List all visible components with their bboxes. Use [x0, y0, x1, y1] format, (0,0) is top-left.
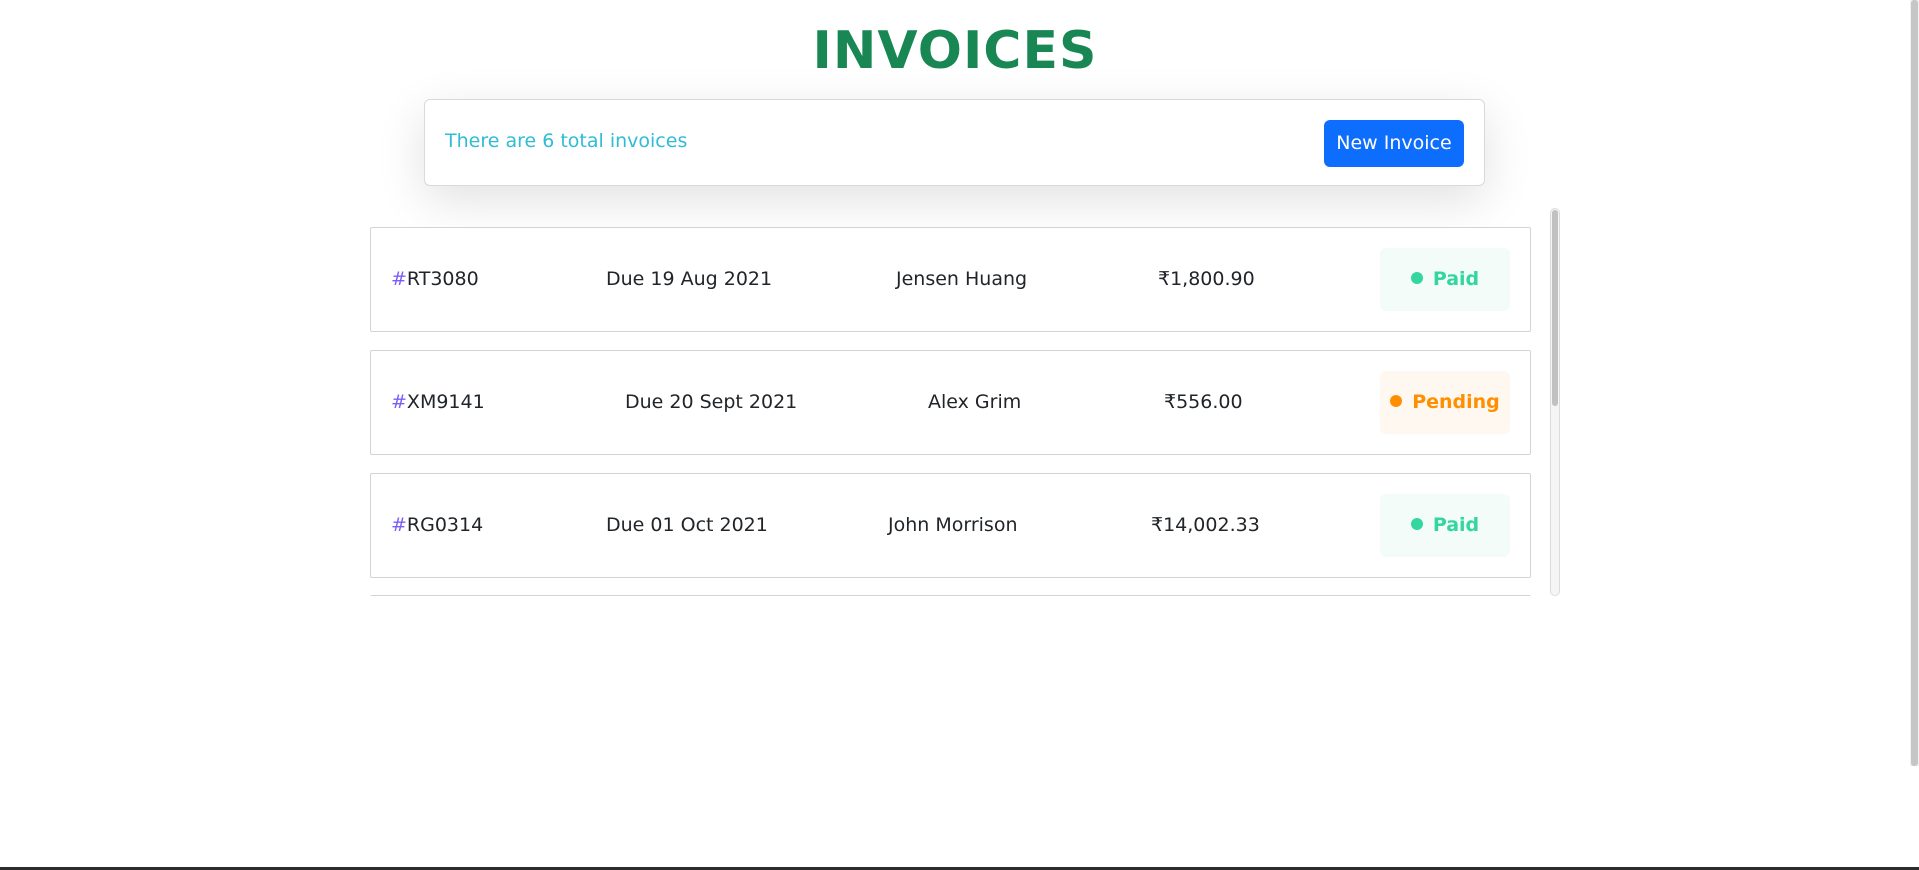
hash-symbol: # — [391, 391, 407, 413]
new-invoice-button[interactable]: New Invoice — [1324, 120, 1464, 167]
invoice-id: #RT3080 — [391, 228, 479, 331]
page-scrollbar-thumb[interactable] — [1911, 0, 1918, 766]
invoice-row[interactable]: #RT3080 Due 19 Aug 2021 Jensen Huang ₹1,… — [370, 227, 1531, 332]
hash-symbol: # — [391, 268, 407, 290]
status-label: Paid — [1432, 268, 1480, 290]
invoice-row[interactable]: #XM9141 Due 20 Sept 2021 Alex Grim ₹556.… — [370, 350, 1531, 455]
invoice-id-value: RT3080 — [406, 268, 479, 290]
invoice-list: #RT3080 Due 19 Aug 2021 Jensen Huang ₹1,… — [370, 208, 1531, 596]
invoice-due-date: Due 19 Aug 2021 — [606, 268, 773, 290]
invoice-summary-card: There are 6 total invoices New Invoice — [424, 99, 1485, 186]
invoice-client: Alex Grim — [928, 391, 1022, 413]
invoice-list-area: #RT3080 Due 19 Aug 2021 Jensen Huang ₹1,… — [370, 208, 1560, 596]
invoice-id-value: RG0314 — [406, 514, 484, 536]
invoice-row[interactable]: #RG0314 Due 01 Oct 2021 John Morrison ₹1… — [370, 473, 1531, 578]
invoice-due-date: Due 01 Oct 2021 — [606, 514, 768, 536]
status-label: Paid — [1432, 514, 1480, 536]
invoice-count-text: There are 6 total invoices — [445, 130, 688, 152]
invoice-amount: ₹556.00 — [1164, 391, 1243, 413]
invoice-client: John Morrison — [888, 514, 1018, 536]
invoice-amount: ₹14,002.33 — [1151, 514, 1260, 536]
page-scrollbar[interactable] — [1910, 0, 1919, 766]
viewport: INVOICES There are 6 total invoices New … — [0, 0, 1919, 870]
hash-symbol: # — [391, 514, 407, 536]
invoice-row[interactable] — [370, 595, 1531, 596]
invoice-id-value: XM9141 — [406, 391, 485, 413]
invoice-id: #XM9141 — [391, 351, 485, 454]
status-dot-icon — [1390, 395, 1403, 407]
status-dot-icon — [1410, 518, 1423, 530]
invoice-list-scrollbar[interactable] — [1550, 208, 1560, 596]
status-label: Pending — [1412, 391, 1500, 413]
status-badge: Paid — [1380, 248, 1510, 311]
invoice-list-scrollbar-thumb[interactable] — [1552, 210, 1558, 406]
invoice-client: Jensen Huang — [896, 268, 1028, 290]
invoice-amount: ₹1,800.90 — [1158, 268, 1255, 290]
status-badge: Paid — [1380, 494, 1510, 557]
invoice-id: #RG0314 — [391, 474, 483, 577]
page-title: INVOICES — [812, 21, 1098, 81]
status-dot-icon — [1410, 272, 1423, 284]
invoice-due-date: Due 20 Sept 2021 — [625, 391, 798, 413]
status-badge: Pending — [1380, 371, 1510, 434]
